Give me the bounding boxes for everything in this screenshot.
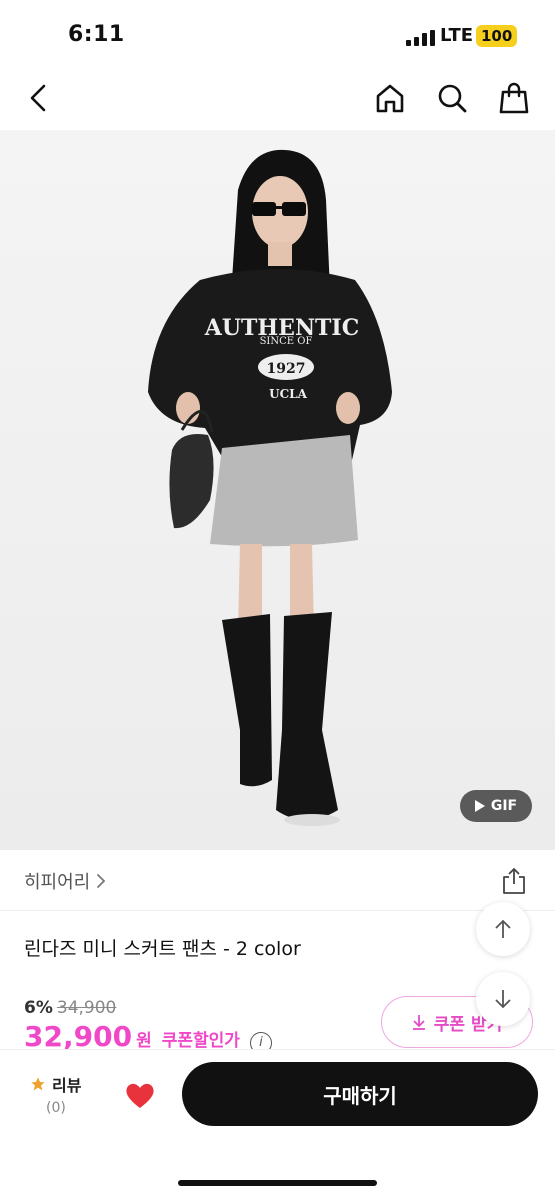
play-icon	[474, 800, 485, 812]
divider	[0, 910, 555, 911]
price-line: 32,900 원 쿠폰할인가 i	[24, 1020, 272, 1050]
home-indicator	[178, 1180, 377, 1186]
discount-percent: 6%	[24, 998, 53, 1018]
review-button[interactable]: 리뷰	[30, 1072, 81, 1096]
brand-link[interactable]: 히피어리	[24, 868, 106, 894]
home-button[interactable]	[372, 80, 408, 116]
download-icon	[412, 1015, 425, 1030]
discount-line: 6% 34,900	[24, 998, 116, 1018]
shirt-print-since: SINCE OF	[260, 336, 313, 347]
signal-icon	[406, 30, 435, 46]
buy-button[interactable]: 구매하기	[182, 1062, 538, 1126]
currency: 원	[136, 1031, 152, 1050]
share-icon[interactable]	[500, 866, 528, 896]
chevron-left-icon	[30, 84, 46, 112]
original-price: 34,900	[56, 998, 117, 1018]
home-icon	[376, 84, 404, 113]
chevron-right-icon	[97, 874, 106, 888]
scroll-down-button[interactable]	[476, 972, 530, 1026]
sale-price: 32,900	[24, 1020, 133, 1050]
back-button[interactable]	[20, 80, 56, 116]
scroll-up-button[interactable]	[476, 902, 530, 956]
coupon-discount-label: 쿠폰할인가	[161, 1031, 240, 1050]
search-icon	[438, 84, 467, 113]
status-time: 6:11	[68, 22, 125, 47]
review-label: 리뷰	[52, 1076, 82, 1095]
network-label: LTE	[440, 25, 474, 46]
shopping-bag-icon	[499, 82, 529, 114]
gif-badge[interactable]: GIF	[460, 790, 532, 822]
arrow-up-icon	[495, 919, 511, 938]
battery-badge: 100	[476, 25, 518, 47]
arrow-down-icon	[495, 990, 511, 1009]
search-button[interactable]	[434, 80, 470, 116]
brand-name: 히피어리	[24, 872, 91, 893]
product-image[interactable]: AUTHENTIC SINCE OF 1927 UCLA	[0, 130, 555, 850]
gif-label: GIF	[490, 798, 518, 814]
model-photo: AUTHENTIC SINCE OF 1927 UCLA	[0, 130, 555, 850]
heart-icon[interactable]	[124, 1080, 156, 1110]
product-title: 린다즈 미니 스커트 팬츠 - 2 color	[24, 938, 301, 960]
shirt-print-ucla: UCLA	[269, 387, 307, 401]
star-icon	[31, 1077, 45, 1091]
cart-button[interactable]	[496, 80, 532, 116]
info-icon[interactable]: i	[249, 1031, 272, 1050]
review-count: (0)	[46, 1100, 66, 1116]
shirt-print-year: 1927	[267, 361, 306, 377]
